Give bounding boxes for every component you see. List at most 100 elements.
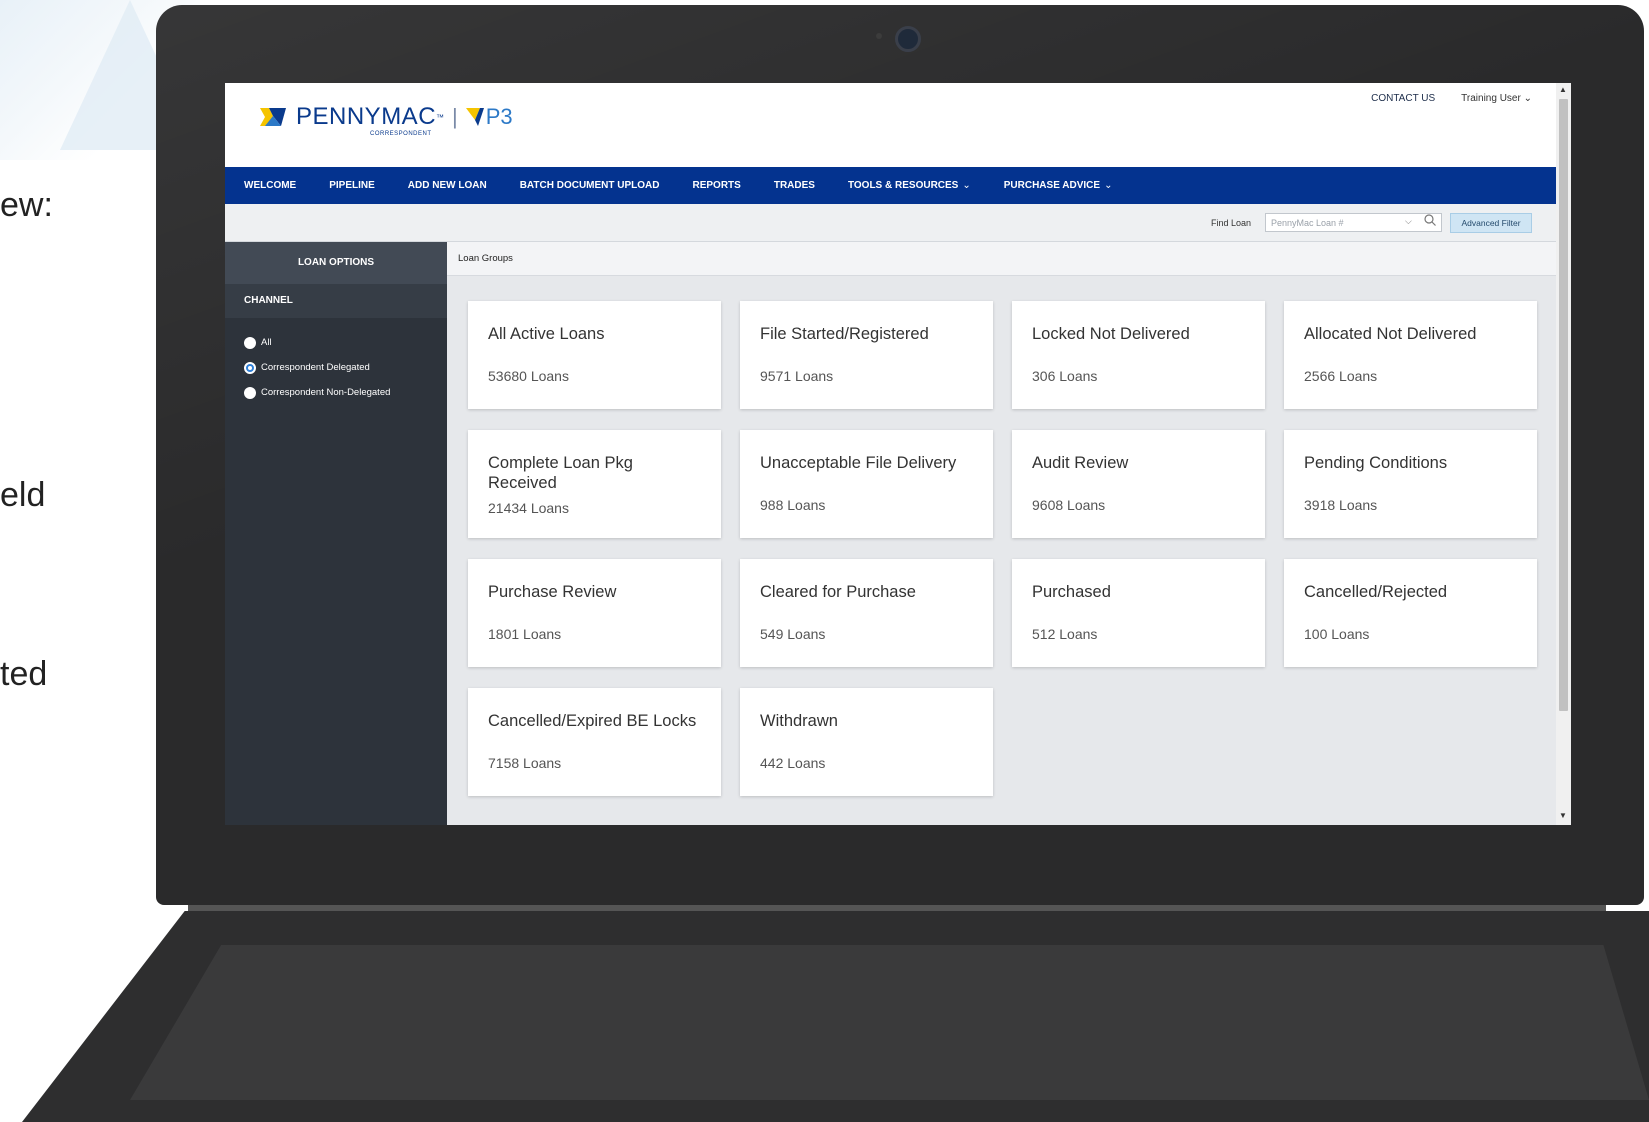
logo-text: PENNYMAC bbox=[296, 103, 437, 130]
side-text-3: ted bbox=[0, 655, 48, 693]
app-screen: PENNYMAC ™ | P3 CORRESPONDENT CONTACT US… bbox=[225, 83, 1571, 825]
card-count: 2566 Loans bbox=[1304, 368, 1378, 384]
nav-batch-document-upload[interactable]: BATCH DOCUMENT UPLOAD bbox=[520, 180, 660, 191]
card-title: Cleared for Purchase bbox=[760, 583, 916, 601]
p3-logo-text: P3 bbox=[485, 104, 513, 129]
p3-logo-icon bbox=[465, 108, 484, 126]
scroll-up-arrow-icon[interactable]: ▲ bbox=[1559, 85, 1567, 94]
card-count: 21434 Loans bbox=[488, 500, 569, 516]
loan-group-card[interactable]: Purchased 512 Loans bbox=[1012, 559, 1265, 667]
contact-us-link[interactable]: CONTACT US bbox=[1371, 93, 1435, 104]
card-title: File Started/Registered bbox=[760, 325, 929, 343]
nav-reports[interactable]: REPORTS bbox=[693, 180, 741, 191]
chevron-down-icon: ⌄ bbox=[1523, 93, 1532, 104]
find-loan-input[interactable]: PennyMac Loan # bbox=[1265, 213, 1442, 232]
user-name: Training User bbox=[1461, 93, 1521, 104]
card-count: 988 Loans bbox=[760, 497, 826, 513]
nav-tools-resources[interactable]: TOOLS & RESOURCES ⌄ bbox=[848, 180, 971, 191]
card-title: Audit Review bbox=[1032, 454, 1129, 472]
loan-group-card[interactable]: Locked Not Delivered 306 Loans bbox=[1012, 301, 1265, 409]
radio-label: All bbox=[261, 337, 272, 348]
laptop-camera bbox=[895, 26, 921, 52]
radio-correspondent-delegated[interactable]: Correspondent Delegated bbox=[225, 355, 447, 380]
search-icon[interactable] bbox=[1424, 214, 1436, 226]
advanced-filter-button[interactable]: Advanced Filter bbox=[1450, 213, 1532, 233]
card-count: 100 Loans bbox=[1304, 626, 1370, 642]
main-nav: WELCOME PIPELINE ADD NEW LOAN BATCH DOCU… bbox=[225, 167, 1556, 204]
loan-group-card[interactable]: Withdrawn 442 Loans bbox=[740, 688, 993, 796]
header: PENNYMAC ™ | P3 CORRESPONDENT CONTACT US… bbox=[225, 83, 1556, 167]
radio-all[interactable]: All bbox=[225, 330, 447, 355]
card-title: Withdrawn bbox=[760, 712, 838, 730]
main-content: Loan Groups All Active Loans 53680 Loans … bbox=[447, 242, 1556, 825]
user-menu[interactable]: Training User ⌄ bbox=[1461, 93, 1532, 104]
chevron-down-icon[interactable]: ⌵ bbox=[1405, 216, 1412, 227]
loan-group-card[interactable]: All Active Loans 53680 Loans bbox=[468, 301, 721, 409]
card-count: 9571 Loans bbox=[760, 368, 834, 384]
nav-pipeline[interactable]: PIPELINE bbox=[329, 180, 375, 191]
logo-subtitle: CORRESPONDENT bbox=[370, 131, 432, 137]
loan-group-card[interactable]: Purchase Review 1801 Loans bbox=[468, 559, 721, 667]
vertical-scrollbar[interactable]: ▲ ▼ bbox=[1556, 83, 1571, 825]
breadcrumb: Loan Groups bbox=[447, 242, 1556, 276]
loan-group-card[interactable]: Audit Review 9608 Loans bbox=[1012, 430, 1265, 538]
card-count: 512 Loans bbox=[1032, 626, 1098, 642]
laptop-hinge bbox=[188, 905, 1606, 911]
side-text-1: ew: bbox=[0, 186, 53, 224]
nav-trades[interactable]: TRADES bbox=[774, 180, 815, 191]
loan-group-card[interactable]: File Started/Registered 9571 Loans bbox=[740, 301, 993, 409]
loan-group-card[interactable]: Cancelled/Expired BE Locks 7158 Loans bbox=[468, 688, 721, 796]
camera-sensor bbox=[876, 33, 882, 39]
sidebar: LOAN OPTIONS CHANNEL All Correspondent D… bbox=[225, 242, 447, 825]
loan-group-card[interactable]: Pending Conditions 3918 Loans bbox=[1284, 430, 1537, 538]
radio-label: Correspondent Delegated bbox=[261, 362, 370, 373]
card-title: Unacceptable File Delivery bbox=[760, 454, 957, 472]
card-count: 3918 Loans bbox=[1304, 497, 1378, 513]
pennymac-logo-icon bbox=[260, 108, 286, 126]
card-count: 442 Loans bbox=[760, 755, 826, 771]
card-title: Locked Not Delivered bbox=[1032, 325, 1190, 343]
nav-tools-resources-label: TOOLS & RESOURCES bbox=[847, 180, 959, 191]
find-loan-bar: Find Loan PennyMac Loan # ⌵ Advanced Fil… bbox=[225, 204, 1556, 242]
card-count: 549 Loans bbox=[760, 626, 826, 642]
nav-welcome[interactable]: WELCOME bbox=[244, 180, 296, 191]
top-links: CONTACT US Training User ⌄ bbox=[1371, 93, 1532, 104]
pennymac-logo[interactable]: PENNYMAC ™ | P3 bbox=[260, 103, 513, 131]
scrollbar-thumb[interactable] bbox=[1559, 99, 1568, 711]
loan-group-card[interactable]: Complete Loan Pkg Received 21434 Loans bbox=[468, 430, 721, 538]
loan-group-grid: All Active Loans 53680 Loans File Started… bbox=[468, 301, 1537, 796]
loan-group-card[interactable]: Cleared for Purchase 549 Loans bbox=[740, 559, 993, 667]
laptop-keyboard-well bbox=[130, 945, 1649, 1100]
find-loan-label: Find Loan bbox=[1211, 218, 1252, 228]
logo-separator: | bbox=[452, 104, 458, 129]
card-count: 1801 Loans bbox=[488, 626, 562, 642]
nav-purchase-advice[interactable]: PURCHASE ADVICE ⌄ bbox=[1004, 180, 1113, 191]
radio-label: Correspondent Non-Delegated bbox=[261, 387, 391, 398]
loan-options-heading: LOAN OPTIONS bbox=[225, 242, 447, 284]
card-count: 7158 Loans bbox=[488, 755, 562, 771]
radio-button[interactable] bbox=[244, 386, 256, 399]
radio-button[interactable] bbox=[244, 336, 256, 349]
card-count: 9608 Loans bbox=[1032, 497, 1106, 513]
card-title: Purchase Review bbox=[488, 583, 617, 601]
card-count: 53680 Loans bbox=[488, 368, 569, 384]
loan-group-card[interactable]: Unacceptable File Delivery 988 Loans bbox=[740, 430, 993, 538]
card-title: Allocated Not Delivered bbox=[1304, 325, 1477, 343]
nav-add-new-loan[interactable]: ADD NEW LOAN bbox=[408, 180, 487, 191]
radio-button-selected[interactable] bbox=[244, 361, 256, 374]
chevron-down-icon: ⌄ bbox=[962, 180, 971, 191]
loan-group-card[interactable]: Cancelled/Rejected 100 Loans bbox=[1284, 559, 1537, 667]
card-title: Purchased bbox=[1032, 583, 1111, 601]
nav-purchase-advice-label: PURCHASE ADVICE bbox=[1003, 180, 1101, 191]
card-count: 306 Loans bbox=[1032, 368, 1098, 384]
logo-trademark: ™ bbox=[436, 112, 445, 122]
card-title: All Active Loans bbox=[488, 325, 605, 343]
channel-radio-group: All Correspondent Delegated Corresponden… bbox=[225, 318, 447, 405]
loan-group-card[interactable]: Allocated Not Delivered 2566 Loans bbox=[1284, 301, 1537, 409]
channel-heading: CHANNEL bbox=[225, 284, 447, 318]
card-title: Pending Conditions bbox=[1304, 454, 1448, 472]
scroll-down-arrow-icon[interactable]: ▼ bbox=[1559, 811, 1567, 820]
chevron-down-icon: ⌄ bbox=[1104, 180, 1113, 191]
side-text-2: eld bbox=[0, 476, 46, 514]
radio-correspondent-non-delegated[interactable]: Correspondent Non-Delegated bbox=[225, 380, 447, 405]
